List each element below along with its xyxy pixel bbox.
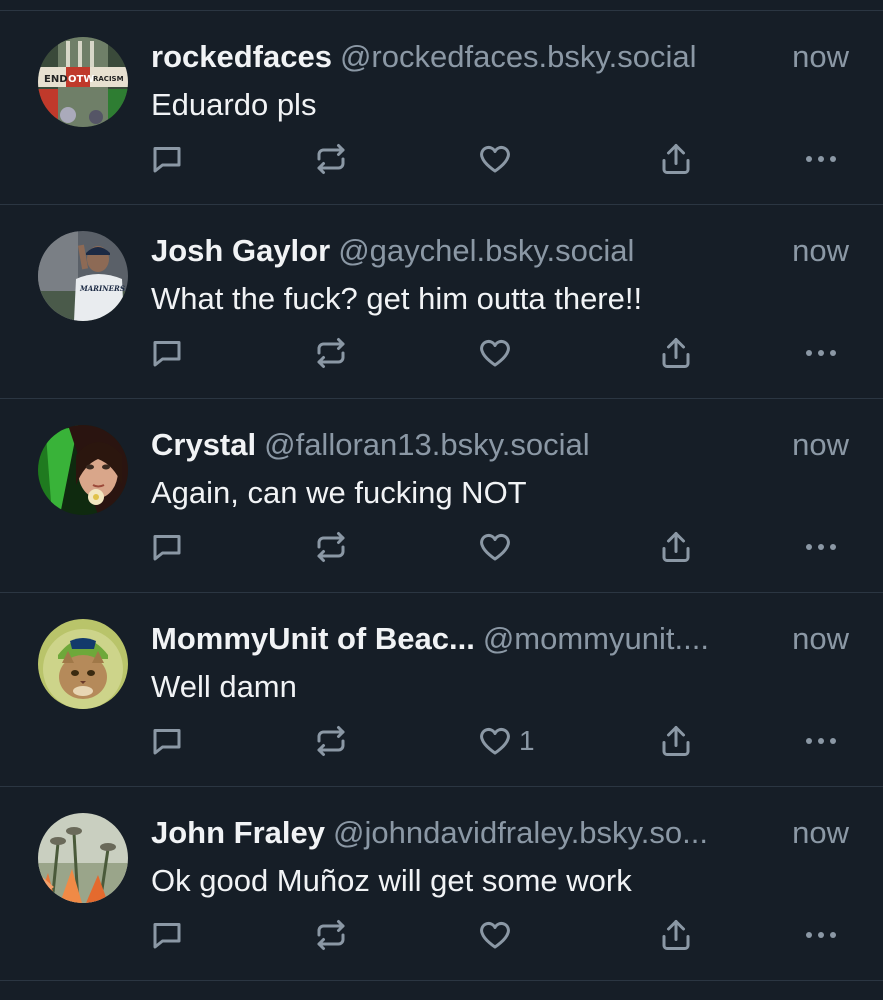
post-actions bbox=[0, 527, 883, 567]
like-icon bbox=[480, 145, 510, 173]
like-button[interactable] bbox=[477, 527, 519, 567]
reply-icon bbox=[153, 729, 181, 755]
repost-icon bbox=[317, 338, 345, 368]
timestamp[interactable]: now bbox=[792, 619, 849, 659]
post-text: What the fuck? get him outta there!! bbox=[151, 281, 643, 316]
handle[interactable]: @johndavidfraley.bsky.so... bbox=[333, 815, 708, 850]
reply-button[interactable] bbox=[149, 915, 185, 955]
end-otw-racism-avatar[interactable]: END OTW RACISM bbox=[38, 37, 128, 127]
more-options-button[interactable] bbox=[804, 915, 838, 955]
share-icon bbox=[662, 144, 690, 174]
avatar-text-otw: OTW bbox=[68, 74, 94, 85]
repost-button[interactable] bbox=[313, 721, 349, 761]
post-item[interactable]: Crystal @falloran13.bsky.social now Again… bbox=[0, 399, 883, 593]
more-icon bbox=[806, 738, 836, 744]
repost-icon bbox=[317, 726, 345, 756]
post-header: MommyUnit of Beac... @mommyunit.... bbox=[151, 619, 771, 659]
display-name[interactable]: Josh Gaylor bbox=[151, 233, 330, 268]
reply-icon bbox=[153, 147, 181, 173]
share-icon bbox=[662, 920, 690, 950]
repost-button[interactable] bbox=[313, 527, 349, 567]
display-name[interactable]: rockedfaces bbox=[151, 39, 332, 74]
post-header: Crystal @falloran13.bsky.social bbox=[151, 425, 771, 465]
share-button[interactable] bbox=[658, 721, 694, 761]
timestamp[interactable]: now bbox=[792, 37, 849, 77]
flowers-avatar[interactable] bbox=[38, 813, 128, 903]
like-icon bbox=[480, 727, 510, 755]
timestamp[interactable]: now bbox=[792, 425, 849, 465]
cat-in-helmet-avatar[interactable] bbox=[38, 619, 128, 709]
more-icon bbox=[806, 350, 836, 356]
post-header: Josh Gaylor @gaychel.bsky.social bbox=[151, 231, 771, 271]
woman-portrait-avatar[interactable] bbox=[38, 425, 128, 515]
post-actions bbox=[0, 139, 883, 179]
post-header: rockedfaces @rockedfaces.bsky.social bbox=[151, 37, 771, 77]
post-actions: 1 bbox=[0, 721, 883, 761]
like-icon bbox=[480, 921, 510, 949]
post-text: Eduardo pls bbox=[151, 87, 317, 122]
like-button[interactable]: 1 bbox=[477, 721, 535, 761]
more-icon bbox=[806, 932, 836, 938]
reply-icon bbox=[153, 923, 181, 949]
reply-button[interactable] bbox=[149, 721, 185, 761]
like-icon bbox=[480, 339, 510, 367]
reply-button[interactable] bbox=[149, 139, 185, 179]
handle[interactable]: @rockedfaces.bsky.social bbox=[340, 39, 697, 74]
share-icon bbox=[662, 532, 690, 562]
post-feed: END OTW RACISM rockedfaces @rockedfaces.b… bbox=[0, 11, 883, 981]
reply-icon bbox=[153, 341, 181, 367]
more-icon bbox=[806, 156, 836, 162]
post-text: Well damn bbox=[151, 669, 297, 704]
reply-icon bbox=[153, 535, 181, 561]
post-text: Ok good Muñoz will get some work bbox=[151, 863, 632, 898]
repost-button[interactable] bbox=[313, 139, 349, 179]
reply-button[interactable] bbox=[149, 333, 185, 373]
like-button[interactable] bbox=[477, 139, 519, 179]
like-button[interactable] bbox=[477, 333, 519, 373]
handle[interactable]: @mommyunit.... bbox=[483, 621, 709, 656]
share-button[interactable] bbox=[658, 915, 694, 955]
avatar-jersey-text: MARINERS bbox=[79, 284, 125, 293]
share-button[interactable] bbox=[658, 527, 694, 567]
baseball-player-avatar[interactable]: MARINERS bbox=[38, 231, 128, 321]
handle[interactable]: @falloran13.bsky.social bbox=[264, 427, 590, 462]
display-name[interactable]: John Fraley bbox=[151, 815, 325, 850]
post-actions bbox=[0, 915, 883, 955]
like-button[interactable] bbox=[477, 915, 519, 955]
repost-button[interactable] bbox=[313, 333, 349, 373]
like-count: 1 bbox=[519, 725, 535, 756]
display-name[interactable]: Crystal bbox=[151, 427, 256, 462]
avatar-text-racism: RACISM bbox=[93, 75, 124, 83]
like-icon bbox=[480, 533, 510, 561]
share-button[interactable] bbox=[658, 139, 694, 179]
share-icon bbox=[662, 338, 690, 368]
repost-icon bbox=[317, 920, 345, 950]
more-icon bbox=[806, 544, 836, 550]
post-text: Again, can we fucking NOT bbox=[151, 475, 527, 510]
post-header: John Fraley @johndavidfraley.bsky.so... bbox=[151, 813, 771, 853]
more-options-button[interactable] bbox=[804, 527, 838, 567]
timestamp[interactable]: now bbox=[792, 231, 849, 271]
display-name[interactable]: MommyUnit of Beac... bbox=[151, 621, 475, 656]
repost-button[interactable] bbox=[313, 915, 349, 955]
post-item[interactable]: END OTW RACISM rockedfaces @rockedfaces.b… bbox=[0, 11, 883, 205]
more-options-button[interactable] bbox=[804, 333, 838, 373]
share-icon bbox=[662, 726, 690, 756]
post-item[interactable]: MARINERS Josh Gaylor @gaychel.bsky.social… bbox=[0, 205, 883, 399]
post-item[interactable]: MommyUnit of Beac... @mommyunit.... now W… bbox=[0, 593, 883, 787]
post-item[interactable]: John Fraley @johndavidfraley.bsky.so... n… bbox=[0, 787, 883, 981]
share-button[interactable] bbox=[658, 333, 694, 373]
avatar-text-end: END bbox=[44, 74, 68, 85]
more-options-button[interactable] bbox=[804, 139, 838, 179]
handle[interactable]: @gaychel.bsky.social bbox=[338, 233, 634, 268]
more-options-button[interactable] bbox=[804, 721, 838, 761]
post-actions bbox=[0, 333, 883, 373]
repost-icon bbox=[317, 532, 345, 562]
reply-button[interactable] bbox=[149, 527, 185, 567]
repost-icon bbox=[317, 144, 345, 174]
timestamp[interactable]: now bbox=[792, 813, 849, 853]
